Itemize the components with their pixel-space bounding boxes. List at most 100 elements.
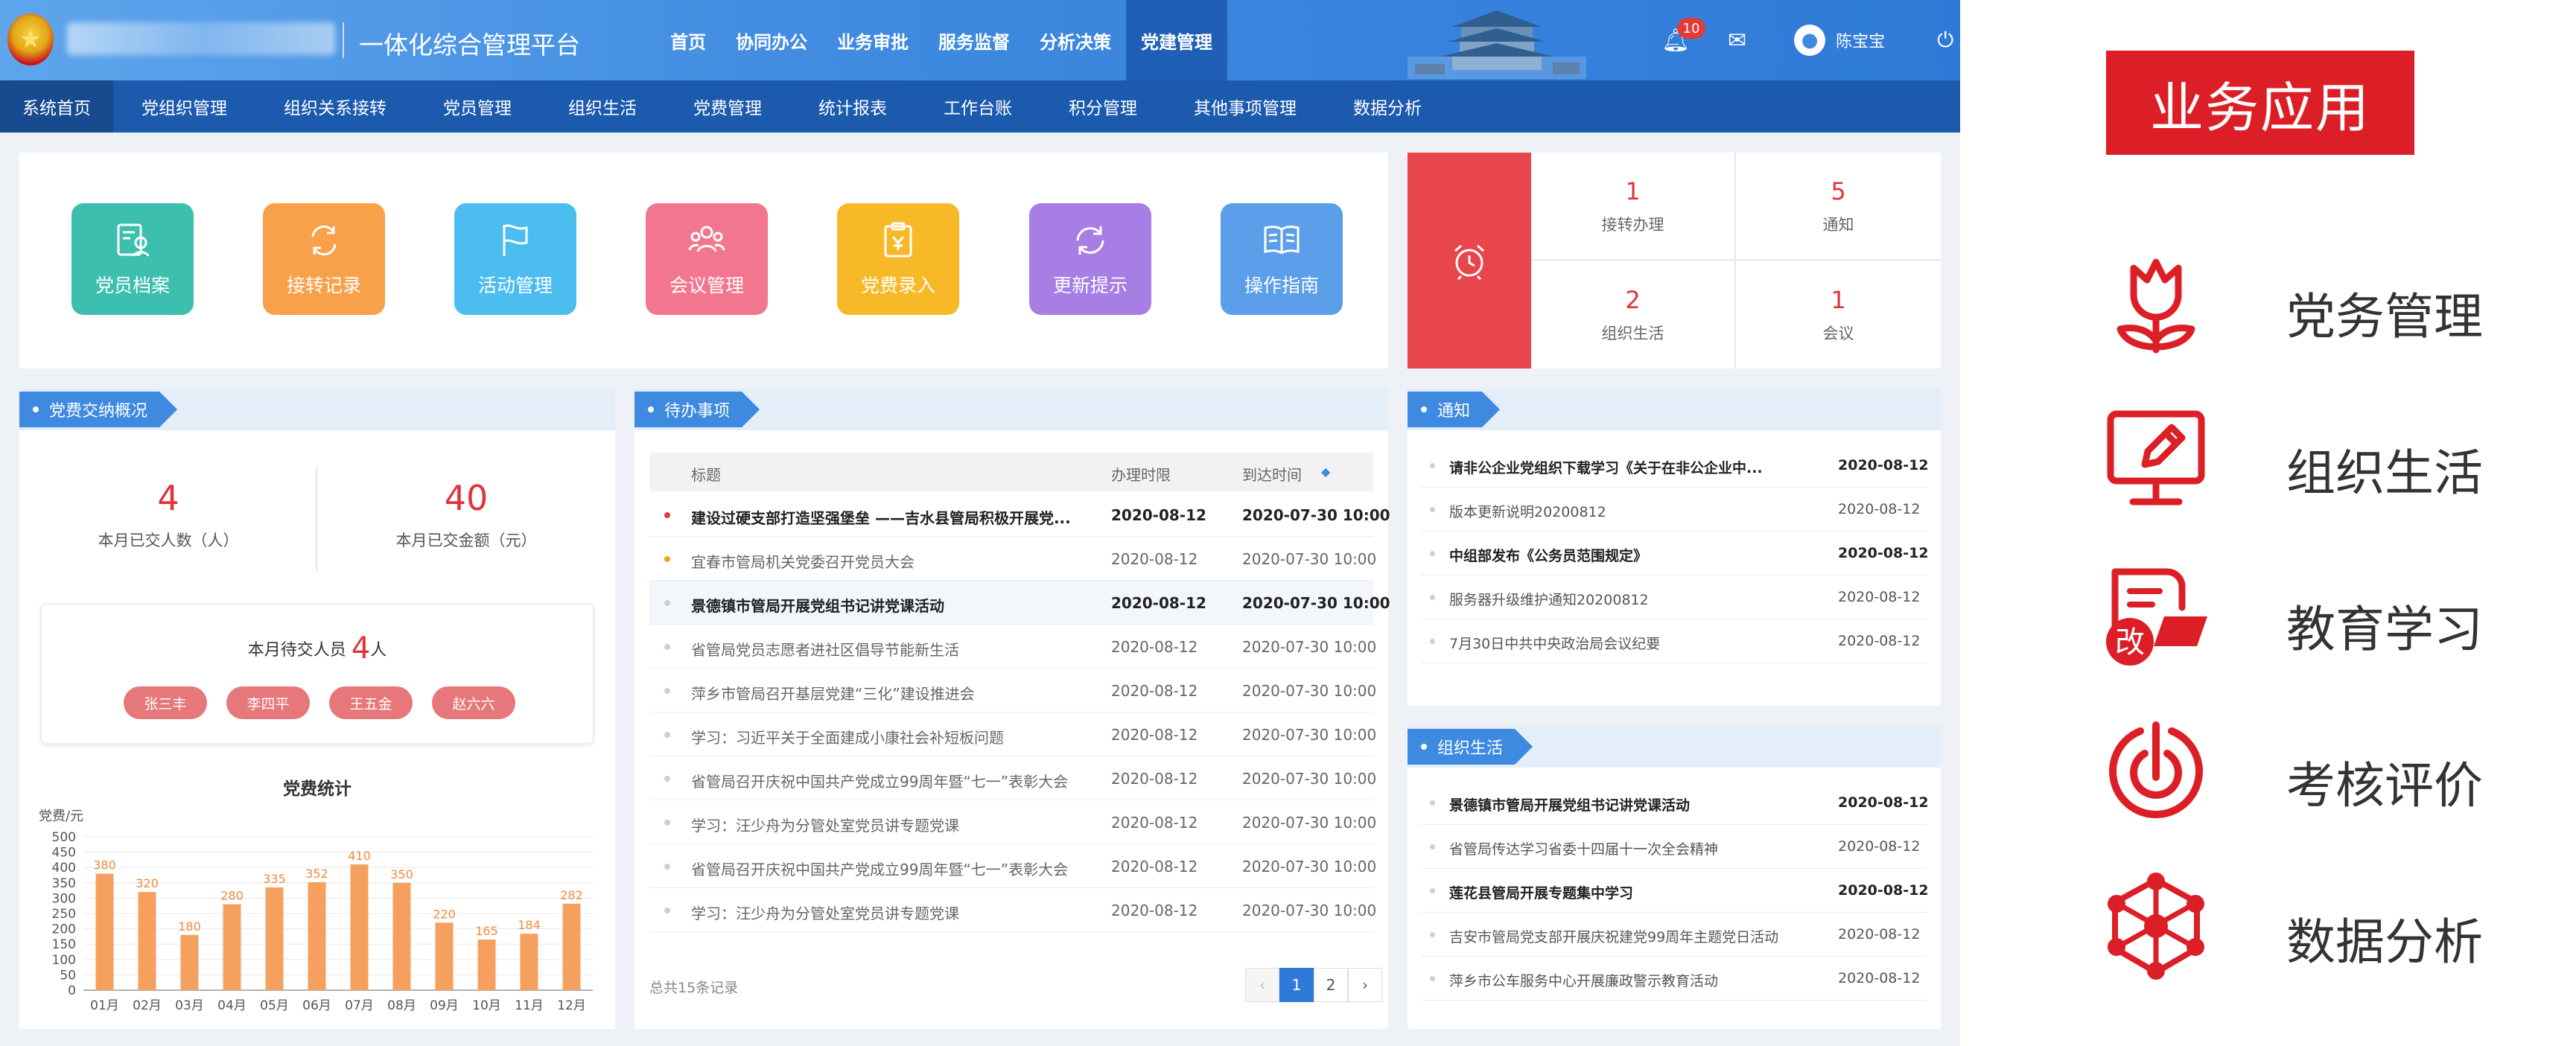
- bar: [180, 934, 199, 990]
- notification-bell-icon[interactable]: 🔔︎ 10: [1661, 18, 1705, 55]
- list-item-date: 2020-08-12: [1838, 545, 1929, 561]
- todo-row[interactable]: 学习：汪少舟为分管处室党员讲专题党课 2020-08-12 2020-07-30 1…: [649, 800, 1376, 844]
- stat-org-life[interactable]: 2 组织生活: [1531, 261, 1736, 369]
- y-axis-label: 党费/元: [39, 809, 83, 824]
- subnav-reports[interactable]: 统计报表: [790, 80, 915, 133]
- list-item[interactable]: 7月30日中共中央政治局会议纪要 2020-08-12: [1421, 619, 1927, 663]
- subnav-org-life[interactable]: 组织生活: [540, 80, 665, 133]
- todo-row[interactable]: 宜春市管局机关党委召开党员大会 2020-08-12 2020-07-30 10:0…: [649, 537, 1376, 581]
- todo-row[interactable]: 萍乡市管局召开基层党建“三化”建设推进会 2020-08-12 2020-07-30…: [649, 669, 1376, 712]
- user-name[interactable]: 陈宝宝: [1836, 28, 1885, 52]
- row-bullet-icon: [664, 776, 670, 782]
- todo-title: 省管局党员志愿者进社区倡导节能新生活: [691, 641, 959, 659]
- col-deadline: 办理时限: [1111, 466, 1171, 484]
- x-tick-label: 10月: [472, 998, 501, 1013]
- row-bullet-icon: [664, 556, 670, 562]
- tile-activity-manage[interactable]: 活动管理: [454, 203, 576, 315]
- pending-person-pill[interactable]: 李四平: [226, 686, 310, 719]
- x-tick-label: 01月: [90, 998, 119, 1013]
- subnav-data-analysis[interactable]: 数据分析: [1325, 80, 1450, 133]
- stat-notice[interactable]: 5 通知: [1736, 153, 1941, 261]
- next-page-button[interactable]: ›: [1348, 968, 1382, 1002]
- todo-arrival: 2020-07-30 10:00: [1242, 858, 1377, 876]
- list-item-title: 中组部发布《公务员范围规定》: [1449, 548, 1648, 564]
- sort-icon[interactable]: ◆: [1321, 465, 1330, 479]
- subnav-member-manage[interactable]: 党员管理: [415, 80, 540, 133]
- tile-label: 操作指南: [1244, 275, 1319, 296]
- paid-count-label: 本月已交人数（人）: [98, 532, 239, 549]
- tile-operation-guide[interactable]: 操作指南: [1221, 203, 1343, 315]
- section-title: 通知: [1408, 392, 1500, 427]
- list-item[interactable]: 中组部发布《公务员范围规定》 2020-08-12: [1421, 532, 1929, 575]
- todo-row[interactable]: 学习：习近平关于全面建成小康社会补短板问题 2020-08-12 2020-07-3…: [649, 712, 1376, 756]
- todo-row[interactable]: 景德镇市管局开展党组书记讲党课活动 2020-08-12 2020-07-30 10…: [649, 581, 1390, 625]
- list-item[interactable]: 请非公企业党组织下载学习《关于在非公企业中... 2020-08-12: [1421, 444, 1929, 488]
- x-tick-label: 02月: [133, 998, 162, 1013]
- todo-deadline: 2020-08-12: [1111, 594, 1206, 612]
- prev-page-button[interactable]: ‹: [1245, 968, 1279, 1002]
- pending-person-pill[interactable]: 王五金: [329, 686, 413, 719]
- top-nav-analysis[interactable]: 分析决策: [1025, 0, 1126, 80]
- subnav-relation-transfer[interactable]: 组织关系接转: [255, 80, 415, 133]
- top-nav-approval[interactable]: 业务审批: [822, 0, 923, 80]
- y-tick-label: 150: [52, 937, 76, 952]
- subnav-home[interactable]: 系统首页: [0, 80, 113, 133]
- list-item[interactable]: 莲花县管局开展专题集中学习 2020-08-12: [1421, 869, 1929, 913]
- mail-icon[interactable]: ✉: [1728, 28, 1746, 54]
- list-item[interactable]: 版本更新说明20200812 2020-08-12: [1421, 488, 1927, 532]
- tile-transfer-record[interactable]: 接转记录: [263, 203, 385, 315]
- tile-member-file[interactable]: 党员档案: [71, 203, 194, 315]
- todo-deadline: 2020-08-12: [1111, 506, 1206, 524]
- x-tick-label: 11月: [515, 998, 544, 1013]
- list-item[interactable]: 服务器升级维护通知20200812 2020-08-12: [1421, 575, 1927, 619]
- list-item[interactable]: 省管局传达学习省委十四届十一次全会精神 2020-08-12: [1421, 825, 1927, 869]
- subnav-other[interactable]: 其他事项管理: [1165, 80, 1325, 133]
- app-assessment: 考核评价: [2100, 715, 2576, 834]
- subnav-points[interactable]: 积分管理: [1040, 80, 1165, 133]
- y-tick-label: 450: [52, 846, 76, 861]
- pending-person-pill[interactable]: 张三丰: [124, 686, 207, 719]
- todo-row[interactable]: 省管局党员志愿者进社区倡导节能新生活 2020-08-12 2020-07-30 1…: [649, 625, 1376, 669]
- page-2-button[interactable]: 2: [1314, 968, 1348, 1002]
- subnav-org-manage[interactable]: 党组织管理: [113, 80, 255, 133]
- bar: [350, 864, 369, 990]
- y-tick-label: 350: [52, 876, 76, 891]
- tile-update-tips[interactable]: 更新提示: [1029, 203, 1151, 315]
- sub-nav: 系统首页 党组织管理 组织关系接转 党员管理 组织生活 党费管理 统计报表 工作…: [0, 80, 1960, 133]
- row-bullet-icon: [664, 512, 670, 518]
- subnav-ledger[interactable]: 工作台账: [915, 80, 1040, 133]
- app-org-life: 组织生活: [2100, 402, 2576, 521]
- col-arrival[interactable]: 到达时间: [1242, 463, 1302, 485]
- row-bullet-icon: [1430, 844, 1435, 849]
- list-item[interactable]: 萍乡市公车服务中心开展廉政警示教育活动 2020-08-12: [1421, 957, 1927, 1001]
- stat-meeting[interactable]: 1 会议: [1736, 261, 1941, 369]
- logout-power-icon[interactable]: ⏻: [1937, 28, 1953, 53]
- subnav-fee-manage[interactable]: 党费管理: [665, 80, 790, 133]
- list-item-title: 服务器升级维护通知20200812: [1449, 592, 1649, 608]
- top-nav-party[interactable]: 党建管理: [1126, 0, 1227, 80]
- list-item-date: 2020-08-12: [1838, 633, 1921, 649]
- row-bullet-icon: [664, 908, 670, 913]
- list-item[interactable]: 景德镇市管局开展党组书记讲党课活动 2020-08-12: [1421, 781, 1929, 825]
- todo-row[interactable]: 省管局召开庆祝中国共产党成立99周年暨“七一”表彰大会 2020-08-12 202…: [649, 756, 1376, 800]
- list-item[interactable]: 吉安市管局党支部开展庆祝建党99周年主题党日活动 2020-08-12: [1421, 913, 1927, 957]
- tile-meeting-manage[interactable]: 会议管理: [646, 203, 768, 315]
- todo-row[interactable]: 省管局召开庆祝中国共产党成立99周年暨“七一”表彰大会 2020-08-12 202…: [649, 844, 1377, 888]
- page-1-button[interactable]: 1: [1279, 968, 1314, 1002]
- pending-person-pill[interactable]: 赵六六: [432, 686, 515, 719]
- stat-label: 通知: [1822, 215, 1854, 234]
- row-bullet-icon: [1430, 800, 1435, 806]
- todo-row[interactable]: 学习：汪少舟为分管处室党员讲专题党课 2020-08-12 2020-07-30 1…: [649, 888, 1376, 932]
- list-item-title: 莲花县管局开展专题集中学习: [1449, 885, 1634, 902]
- top-nav-office[interactable]: 协同办公: [721, 0, 822, 80]
- row-bullet-icon: [1430, 888, 1435, 893]
- top-nav-supervision[interactable]: 服务监督: [923, 0, 1025, 80]
- paid-amount: 40: [444, 478, 489, 518]
- user-avatar-icon[interactable]: ●: [1794, 25, 1826, 56]
- stat-transfer[interactable]: 1 接转办理: [1531, 153, 1736, 261]
- todo-row[interactable]: 建设过硬支部打造坚强堡垒 ——吉水县管局积极开展党... 2020-08-12 20…: [649, 493, 1390, 537]
- tile-label: 更新提示: [1052, 275, 1128, 296]
- top-nav-home[interactable]: 首页: [655, 0, 721, 80]
- todo-deadline: 2020-08-12: [1111, 902, 1198, 919]
- tile-fee-entry[interactable]: 党费录入: [837, 203, 959, 315]
